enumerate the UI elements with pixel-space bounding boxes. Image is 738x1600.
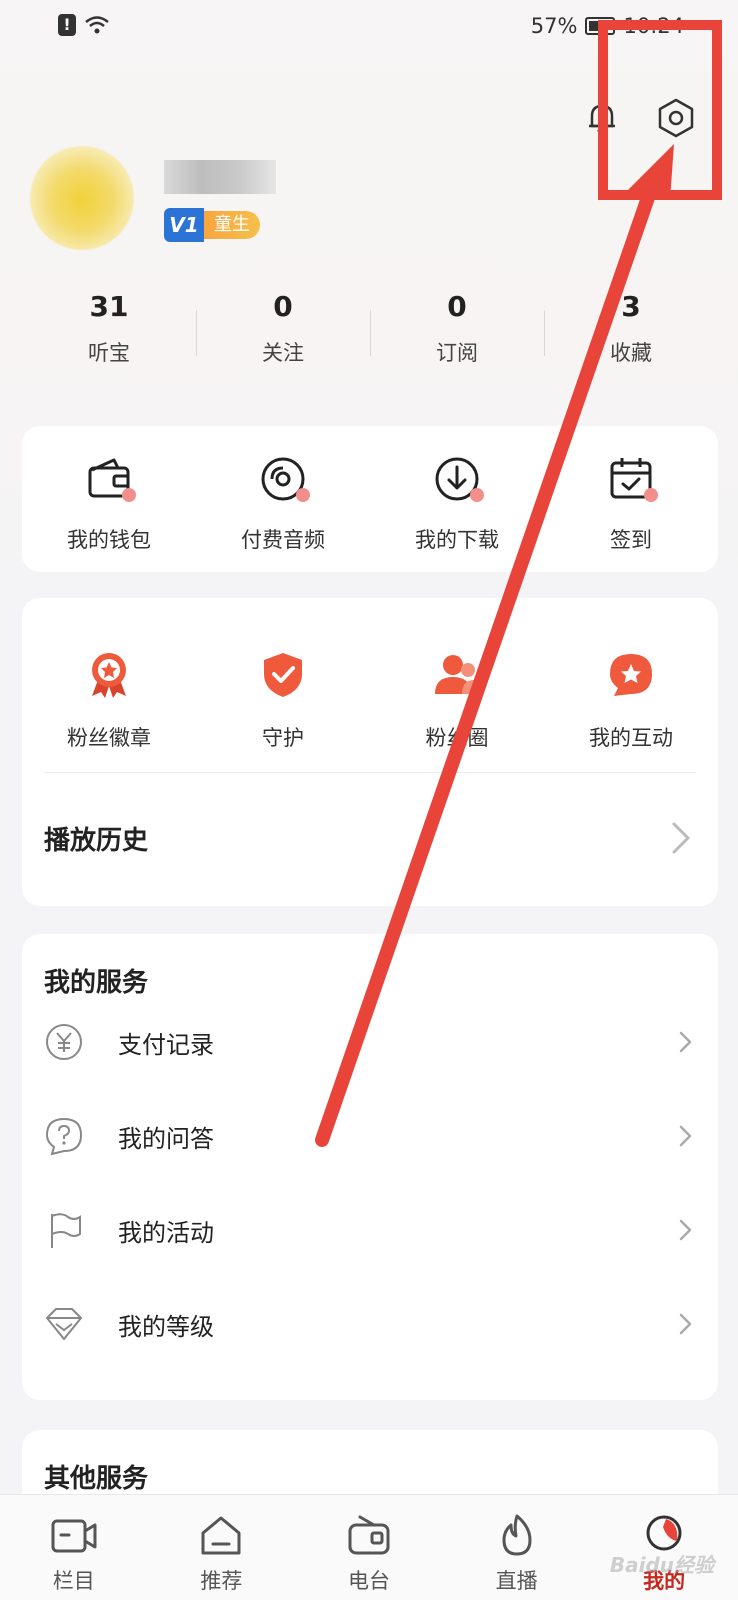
quick-actions-card: 我的钱包 付费音频 我的下载 签到	[22, 426, 718, 572]
stat-favorites[interactable]: 3 收藏	[544, 290, 718, 367]
fans-label: 粉丝圈	[425, 726, 489, 750]
username-blurred	[164, 160, 276, 194]
chevron-right-icon	[672, 822, 690, 854]
bottom-tab-bar: 栏目 推荐 电台 直播 我的	[0, 1494, 738, 1600]
fans-item-guard[interactable]: 守护	[196, 598, 370, 772]
stat-value: 31	[89, 290, 129, 323]
yuan-icon	[46, 1024, 82, 1060]
stat-label: 关注	[262, 341, 304, 365]
fans-label: 我的互动	[589, 726, 673, 750]
quick-item-paid-audio[interactable]: 付费音频	[196, 426, 370, 572]
tab-columns[interactable]: 栏目	[0, 1495, 148, 1600]
section-title: 我的服务	[44, 968, 149, 998]
stat-tingbao[interactable]: 31 听宝	[22, 290, 196, 367]
v-level-badge: V1	[164, 208, 204, 242]
chat-star-icon	[610, 654, 652, 696]
wifi-icon	[85, 16, 109, 34]
service-label: 支付记录	[118, 1030, 214, 1059]
users-icon	[435, 655, 481, 694]
service-item-payment-records[interactable]: 支付记录	[44, 1012, 696, 1072]
service-label: 我的活动	[118, 1218, 214, 1247]
tab-mine[interactable]: 我的	[590, 1495, 738, 1600]
stat-value: 0	[273, 290, 293, 323]
tab-label: 直播	[495, 1569, 538, 1593]
badge-row: V1 童生	[164, 208, 276, 242]
chevron-right-icon	[679, 1219, 692, 1241]
fans-item-interaction[interactable]: 我的互动	[544, 598, 718, 772]
play-history-row[interactable]: 播放历史	[44, 774, 696, 902]
level-badge: 童生	[204, 211, 260, 239]
history-title: 播放历史	[44, 825, 149, 856]
service-item-activities[interactable]: 我的活动	[44, 1200, 696, 1260]
question-icon	[45, 1117, 83, 1156]
video-icon	[51, 1519, 97, 1553]
watermark: Baidu经验	[609, 1553, 714, 1577]
stat-following[interactable]: 0 关注	[196, 290, 370, 367]
fans-item-circle[interactable]: 粉丝圈	[370, 598, 544, 772]
flame-icon	[502, 1514, 532, 1556]
quick-item-wallet[interactable]: 我的钱包	[22, 426, 196, 572]
quick-item-downloads[interactable]: 我的下载	[370, 426, 544, 572]
quick-item-checkin[interactable]: 签到	[544, 426, 718, 572]
stat-label: 订阅	[436, 341, 478, 365]
my-services-card: 我的服务 支付记录 我的问答 我的活动 我的等级	[22, 934, 718, 1400]
annotation-highlight-box	[598, 20, 722, 200]
stat-value: 3	[621, 290, 641, 323]
stat-subscriptions[interactable]: 0 订阅	[370, 290, 544, 367]
medal-icon	[92, 653, 126, 698]
quick-label: 付费音频	[241, 528, 325, 552]
quick-label: 我的钱包	[67, 528, 151, 552]
stat-label: 收藏	[610, 341, 652, 365]
alert-icon: !	[58, 14, 76, 36]
tab-label: 电台	[347, 1569, 390, 1593]
chevron-right-icon	[679, 1031, 692, 1053]
service-item-level[interactable]: 我的等级	[44, 1294, 696, 1354]
tab-live[interactable]: 直播	[443, 1495, 591, 1600]
profile-header[interactable]: V1 童生	[30, 146, 276, 250]
divider	[44, 772, 696, 773]
quick-label: 我的下载	[415, 528, 499, 552]
radio-icon	[348, 1515, 390, 1555]
tab-label: 栏目	[52, 1569, 95, 1593]
shield-check-icon	[264, 653, 302, 697]
tab-radio[interactable]: 电台	[295, 1495, 443, 1600]
diamond-icon	[46, 1308, 82, 1340]
stat-value: 0	[447, 290, 467, 323]
fans-label: 粉丝徽章	[67, 726, 151, 750]
fans-label: 守护	[262, 726, 304, 750]
quick-label: 签到	[610, 528, 652, 552]
section-title: 其他服务	[44, 1464, 149, 1494]
tab-recommend[interactable]: 推荐	[148, 1495, 296, 1600]
service-item-qa[interactable]: 我的问答	[44, 1106, 696, 1166]
avatar[interactable]	[30, 146, 134, 250]
fans-card: 粉丝徽章 守护 粉丝圈 我的互动 播放历史	[22, 598, 718, 906]
stat-label: 听宝	[88, 341, 130, 365]
fans-item-badge[interactable]: 粉丝徽章	[22, 598, 196, 772]
chevron-right-icon	[679, 1125, 692, 1147]
service-label: 我的问答	[118, 1124, 214, 1153]
home-icon	[201, 1516, 241, 1555]
tab-label: 推荐	[200, 1569, 243, 1593]
stats-row: 31 听宝 0 关注 0 订阅 3 收藏	[22, 290, 718, 367]
battery-percent: 57%	[530, 14, 578, 38]
chevron-right-icon	[679, 1313, 692, 1335]
service-label: 我的等级	[118, 1312, 214, 1341]
flag-icon	[51, 1213, 81, 1248]
